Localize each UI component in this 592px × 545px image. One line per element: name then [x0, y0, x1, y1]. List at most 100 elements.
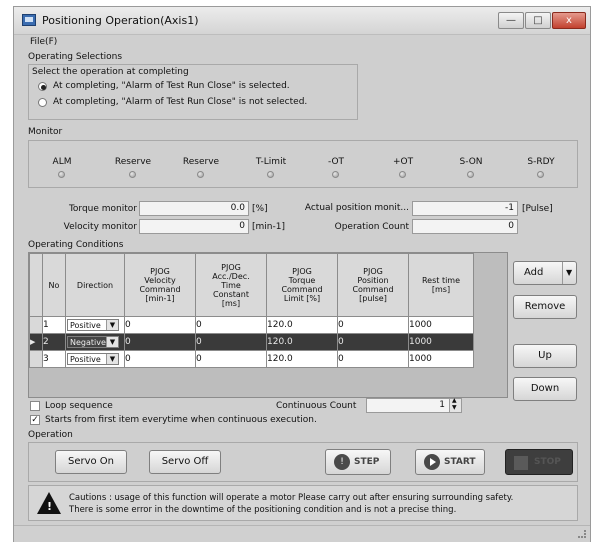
torque-monitor-unit: [%] — [252, 204, 268, 214]
torque-monitor-value: 0.0 — [139, 201, 249, 216]
step-label: STEP — [354, 457, 380, 467]
down-button[interactable]: Down — [513, 377, 577, 401]
led-label-minus-ot: -OT — [327, 157, 345, 167]
loop-sequence-checkbox[interactable] — [30, 401, 40, 411]
header-velocity: PJOG Velocity Command [min-1] — [124, 253, 196, 317]
chevron-down-icon[interactable]: ▼ — [106, 320, 118, 330]
cell-rest[interactable]: 1000 — [408, 316, 474, 334]
table-row[interactable]: 1 Positive ▼ 0 0 120.0 0 1000 — [29, 316, 474, 334]
cell-rest[interactable]: 1000 — [408, 350, 474, 368]
direction-dropdown[interactable]: Positive ▼ — [67, 353, 119, 365]
table-row[interactable]: 3 Positive ▼ 0 0 120.0 0 1000 — [29, 350, 474, 368]
cell-position[interactable]: 0 — [337, 350, 409, 368]
spin-down-icon[interactable]: ▼ — [452, 404, 457, 411]
led-label-reserve-1: Reserve — [114, 157, 152, 167]
radio-alarm-selected[interactable] — [38, 82, 47, 91]
torque-monitor-label: Torque monitor — [68, 204, 137, 214]
table-row-selected[interactable]: ▶ 2 Negative ▼ 0 0 120.0 0 1000 — [29, 333, 474, 351]
menu-file[interactable]: File(F) — [30, 37, 57, 47]
chevron-down-icon[interactable]: ▼ — [106, 354, 118, 364]
warning-icon-mark: ! — [47, 500, 53, 513]
caution-line-1: Cautions : usage of this function will o… — [69, 493, 514, 503]
close-button[interactable]: x — [552, 12, 586, 29]
led-label-s-on: S-ON — [459, 157, 483, 167]
spin-up-icon[interactable]: ▲ — [452, 397, 457, 404]
remove-button[interactable]: Remove — [513, 295, 577, 319]
operation-panel: Servo On Servo Off ! STEP START STOP — [28, 442, 578, 482]
servo-off-button[interactable]: Servo Off — [149, 450, 221, 474]
cell-velocity[interactable]: 0 — [124, 350, 196, 368]
direction-dropdown[interactable]: Positive ▼ — [67, 319, 119, 331]
continuous-count-input[interactable]: 1 — [366, 398, 462, 413]
cell-torque[interactable]: 120.0 — [266, 333, 338, 351]
cell-position[interactable]: 0 — [337, 316, 409, 334]
velocity-monitor-value: 0 — [139, 219, 249, 234]
positioning-operation-window: Positioning Operation(Axis1) — □ x File(… — [13, 6, 591, 542]
title-bar: Positioning Operation(Axis1) — □ x — [14, 7, 590, 35]
minimize-button[interactable]: — — [498, 12, 524, 29]
chevron-down-icon[interactable]: ▼ — [106, 337, 118, 347]
play-icon — [424, 454, 440, 470]
actual-position-label: Actual position monit... — [304, 203, 409, 213]
led-t-limit — [267, 171, 274, 178]
operation-count-value: 0 — [412, 219, 518, 234]
start-first-label: Starts from first item everytime when co… — [45, 415, 317, 425]
cell-velocity[interactable]: 0 — [124, 333, 196, 351]
conditions-table: No Direction PJOG Velocity Command [min-… — [29, 253, 474, 368]
cell-torque[interactable]: 120.0 — [266, 350, 338, 368]
up-button[interactable]: Up — [513, 344, 577, 368]
stop-button[interactable]: STOP — [505, 449, 573, 475]
cell-accel[interactable]: 0 — [195, 350, 267, 368]
continuous-count-stepper[interactable]: ▲ ▼ — [449, 397, 461, 412]
led-label-t-limit: T-Limit — [255, 157, 287, 167]
cell-accel[interactable]: 0 — [195, 333, 267, 351]
add-button[interactable]: Add ▼ — [513, 261, 577, 285]
radio-alarm-not-selected[interactable] — [38, 98, 47, 107]
stop-icon — [514, 456, 528, 470]
cell-position[interactable]: 0 — [337, 333, 409, 351]
led-alm — [58, 171, 65, 178]
operating-selections-box: Select the operation at completing At co… — [28, 64, 358, 120]
velocity-monitor-unit: [min-1] — [252, 222, 285, 232]
led-label-reserve-2: Reserve — [182, 157, 220, 167]
menu-bar: File(F) — [14, 36, 590, 50]
stop-label: STOP — [534, 457, 561, 467]
led-reserve-1 — [129, 171, 136, 178]
row-marker — [29, 350, 43, 368]
actual-position-value: -1 — [412, 201, 518, 216]
led-reserve-2 — [197, 171, 204, 178]
header-accel: PJOG Acc./Dec. Time Constant [ms] — [195, 253, 267, 317]
maximize-button[interactable]: □ — [525, 12, 551, 29]
monitor-title: Monitor — [28, 127, 63, 137]
step-button[interactable]: ! STEP — [325, 449, 391, 475]
cell-velocity[interactable]: 0 — [124, 316, 196, 334]
servo-on-button[interactable]: Servo On — [55, 450, 127, 474]
led-minus-ot — [332, 171, 339, 178]
led-s-on — [467, 171, 474, 178]
led-label-plus-ot: +OT — [392, 157, 414, 167]
header-torque: PJOG Torque Command Limit [%] — [266, 253, 338, 317]
cell-direction[interactable]: Negative ▼ — [65, 333, 125, 351]
continuous-count-label: Continuous Count — [276, 401, 357, 411]
start-label: START — [444, 457, 476, 467]
start-button[interactable]: START — [415, 449, 485, 475]
add-button-divider — [562, 262, 563, 284]
resize-grip-icon[interactable] — [578, 530, 586, 538]
led-s-rdy — [537, 171, 544, 178]
cell-direction[interactable]: Positive ▼ — [65, 350, 125, 368]
row-marker: ▶ — [29, 333, 43, 351]
direction-value: Negative — [70, 338, 106, 347]
operating-conditions-title: Operating Conditions — [28, 240, 124, 250]
led-label-alm: ALM — [52, 157, 72, 167]
header-position: PJOG Position Command [pulse] — [337, 253, 409, 317]
actual-position-unit: [Pulse] — [522, 204, 553, 214]
cell-direction[interactable]: Positive ▼ — [65, 316, 125, 334]
cell-no: 2 — [42, 333, 66, 351]
chevron-down-icon[interactable]: ▼ — [566, 268, 572, 277]
header-rest: Rest time [ms] — [408, 253, 474, 317]
direction-dropdown[interactable]: Negative ▼ — [67, 336, 119, 348]
cell-rest[interactable]: 1000 — [408, 333, 474, 351]
cell-torque[interactable]: 120.0 — [266, 316, 338, 334]
cell-accel[interactable]: 0 — [195, 316, 267, 334]
start-first-checkbox[interactable]: ✓ — [30, 415, 40, 425]
